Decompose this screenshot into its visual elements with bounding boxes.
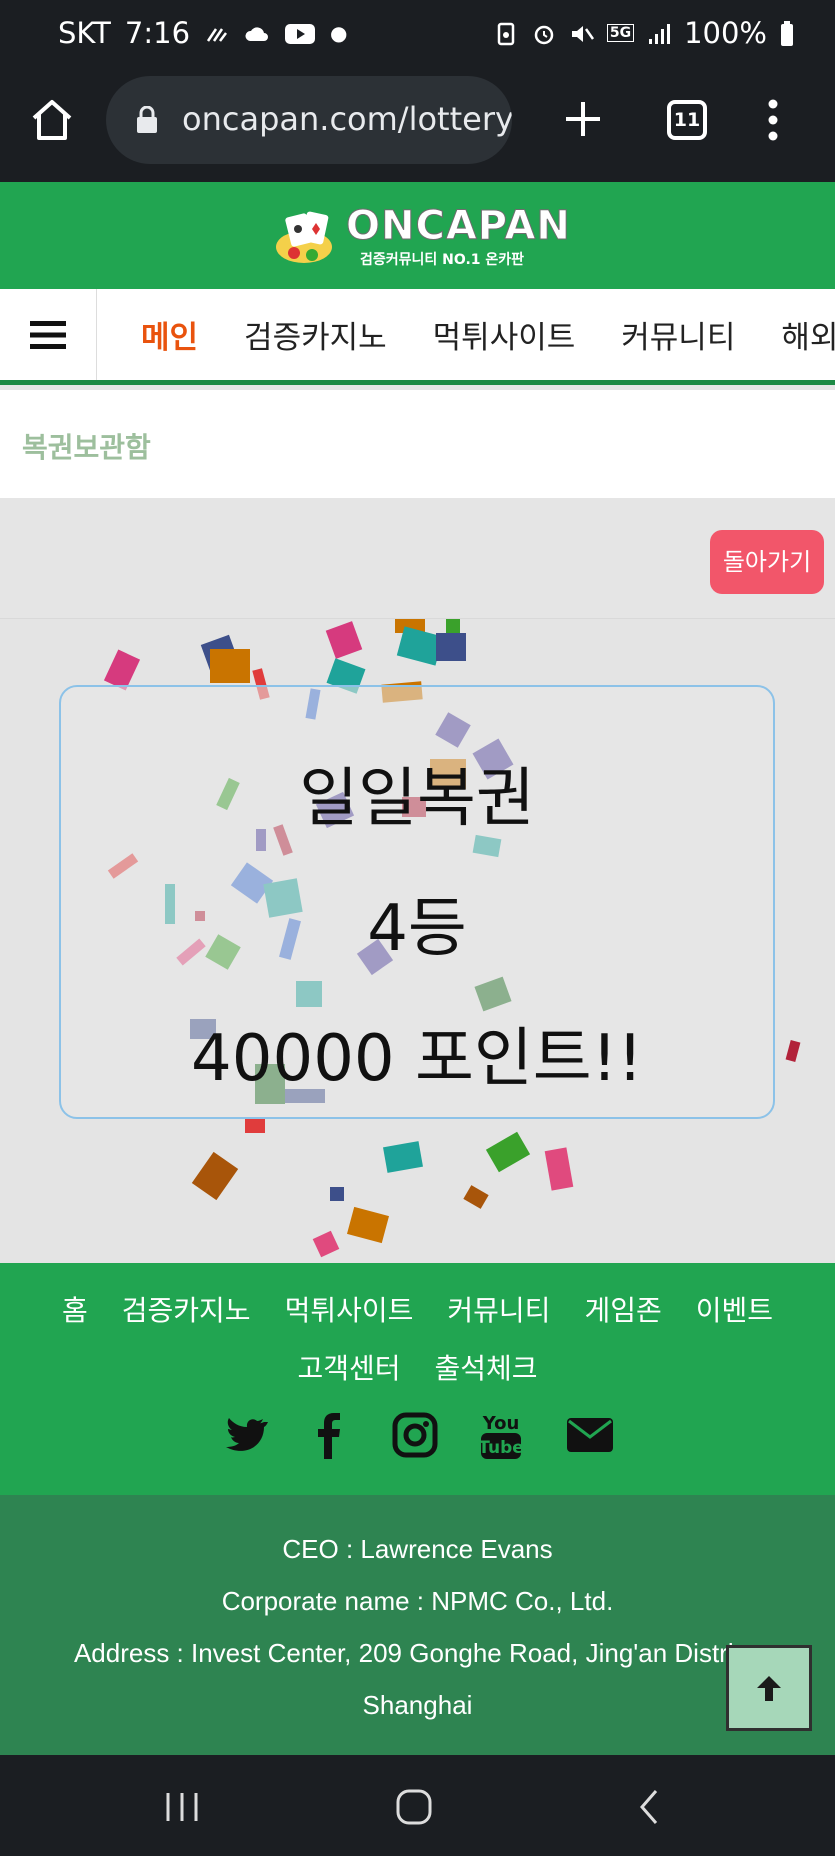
lottery-name: 일일복권 bbox=[299, 762, 535, 836]
system-nav-bar bbox=[0, 1755, 835, 1856]
footer-link-home[interactable]: 홈 bbox=[62, 1289, 88, 1329]
prize-rank: 4등 bbox=[367, 892, 467, 966]
back-nav-icon[interactable] bbox=[628, 1785, 672, 1829]
logo-title: ONCAPAN bbox=[346, 203, 571, 249]
activity-icon bbox=[204, 20, 230, 46]
footer-link-verified-casino[interactable]: 검증카지노 bbox=[122, 1289, 251, 1329]
tabs-icon[interactable]: 11 bbox=[667, 100, 707, 140]
footer-link-gamezone[interactable]: 게임존 bbox=[584, 1289, 661, 1329]
lock-icon bbox=[137, 106, 157, 133]
youtube-icon[interactable]: You Tube bbox=[476, 1409, 526, 1461]
facebook-icon[interactable] bbox=[304, 1409, 354, 1461]
footer-link-community[interactable]: 커뮤니티 bbox=[447, 1289, 550, 1329]
result-card: 일일복권 4등 40000 포인트!! bbox=[59, 685, 775, 1119]
site-header: ONCAPAN 검증커뮤니티 NO.1 온카판 bbox=[0, 182, 835, 289]
logo-emblem-icon bbox=[276, 211, 332, 263]
signal-icon bbox=[646, 20, 672, 46]
footer-links: 홈 검증카지노 먹튀사이트 커뮤니티 게임존 이벤트 고객센터 출석체크 bbox=[0, 1289, 835, 1405]
status-right: 5G 100% bbox=[493, 16, 795, 50]
dot-icon: ● bbox=[330, 21, 348, 45]
address-bar[interactable]: oncapan.com/lottery bbox=[106, 76, 512, 164]
svg-text:You: You bbox=[481, 1413, 519, 1434]
recent-apps-icon[interactable] bbox=[160, 1785, 204, 1829]
address-text: Address : Invest Center, 209 Gonghe Road… bbox=[73, 1638, 762, 1720]
nav-item-community[interactable]: 커뮤니티 bbox=[621, 312, 735, 357]
site-logo[interactable]: ONCAPAN 검증커뮤니티 NO.1 온카판 bbox=[272, 202, 571, 272]
footer-links-section: 홈 검증카지노 먹튀사이트 커뮤니티 게임존 이벤트 고객센터 출석체크 You… bbox=[0, 1263, 835, 1495]
browser-toolbar: oncapan.com/lottery 11 bbox=[0, 74, 835, 182]
ceo-text: CEO : Lawrence Evans bbox=[282, 1534, 553, 1564]
cloud-icon bbox=[244, 20, 270, 46]
footer-link-scam-sites[interactable]: 먹튀사이트 bbox=[285, 1289, 414, 1329]
company-info: CEO : Lawrence Evans Corporate name : NP… bbox=[0, 1495, 835, 1755]
page-title: 복권보관함 bbox=[22, 431, 151, 464]
svg-text:Tube: Tube bbox=[478, 1438, 524, 1458]
twitter-icon[interactable] bbox=[218, 1409, 268, 1461]
menu-icon[interactable] bbox=[0, 289, 97, 380]
scroll-to-top-button[interactable] bbox=[726, 1645, 812, 1731]
nav-item-verified-casino[interactable]: 검증카지노 bbox=[244, 312, 387, 357]
lottery-result-area: 일일복권 4등 40000 포인트!! bbox=[0, 618, 835, 1263]
youtube-status-icon bbox=[284, 20, 316, 46]
back-button[interactable]: 돌아가기 bbox=[710, 530, 824, 594]
main-nav: 메인 검증카지노 먹튀사이트 커뮤니티 해외 bbox=[0, 289, 835, 385]
home-nav-icon[interactable] bbox=[392, 1785, 436, 1829]
prize-amount: 40000 포인트!! bbox=[191, 1022, 643, 1096]
instagram-icon[interactable] bbox=[390, 1409, 440, 1461]
mute-icon bbox=[569, 20, 595, 46]
footer-link-attendance[interactable]: 출석체크 bbox=[435, 1347, 538, 1387]
battery-saver-icon bbox=[493, 20, 519, 46]
alarm-icon bbox=[531, 20, 557, 46]
battery-label: 100% bbox=[684, 16, 767, 50]
breadcrumb-bar: 복권보관함 bbox=[0, 390, 835, 498]
url-text[interactable]: oncapan.com/lottery bbox=[182, 100, 512, 138]
network-label: 5G bbox=[606, 24, 635, 42]
arrow-up-icon bbox=[757, 1676, 781, 1701]
mail-icon[interactable] bbox=[562, 1409, 618, 1461]
home-icon[interactable] bbox=[28, 96, 76, 144]
social-links: You Tube bbox=[0, 1409, 835, 1461]
corporate-name-text: Corporate name : NPMC Co., Ltd. bbox=[221, 1586, 614, 1616]
status-left: SKT 7:16 ● bbox=[58, 16, 347, 50]
logo-subtitle: 검증커뮤니티 NO.1 온카판 bbox=[360, 252, 525, 268]
nav-item-main[interactable]: 메인 bbox=[141, 312, 198, 357]
nav-item-scam-sites[interactable]: 먹튀사이트 bbox=[433, 312, 576, 357]
status-bar: SKT 7:16 ● 5G 100% bbox=[0, 0, 835, 74]
more-icon[interactable] bbox=[766, 98, 780, 142]
clock: 7:16 bbox=[124, 16, 191, 50]
nav-item-overseas[interactable]: 해외 bbox=[781, 312, 835, 357]
footer-link-event[interactable]: 이벤트 bbox=[696, 1289, 773, 1329]
nav-items: 메인 검증카지노 먹튀사이트 커뮤니티 해외 bbox=[97, 289, 835, 380]
footer-link-support[interactable]: 고객센터 bbox=[297, 1347, 400, 1387]
carrier-label: SKT bbox=[58, 16, 111, 50]
battery-icon bbox=[779, 20, 795, 46]
plus-icon[interactable] bbox=[562, 98, 604, 140]
